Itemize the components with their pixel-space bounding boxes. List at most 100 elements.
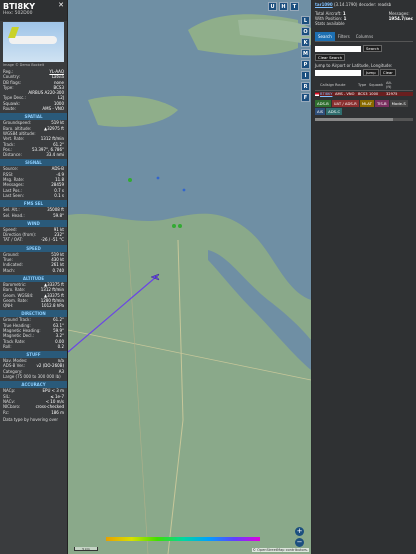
- row-type: BCS3: [358, 92, 368, 96]
- stats-block: Total Aircraft: 1 With Position: 1 Stats…: [315, 11, 413, 26]
- row-callsign[interactable]: BTI8KY: [320, 92, 334, 96]
- map-top-buttons: UHT: [268, 2, 299, 11]
- side-button[interactable]: R: [301, 82, 310, 91]
- section-title: STUFF: [0, 351, 67, 359]
- map-view[interactable]: UHT + − 5 km © OpenStreetMap contributor…: [68, 0, 311, 554]
- field-label: Route:: [3, 106, 16, 112]
- section-title: SPEED: [0, 244, 67, 252]
- detail-row: TAT / OAT: -26 / -51 °C: [0, 237, 67, 242]
- map-button[interactable]: H: [279, 2, 288, 11]
- detail-value: -26 / -51 °C: [40, 237, 64, 243]
- app-root: BTI8KY Hex: 502D00 ✕ Image © Demo Bockel…: [0, 0, 416, 554]
- aircraft-info-panel: BTI8KY Hex: 502D00 ✕ Image © Demo Bockel…: [0, 0, 68, 554]
- callsign: BTI8KY: [3, 2, 36, 11]
- detail-row: Roll: 0.2: [0, 344, 67, 349]
- tar1090-link[interactable]: tar1090: [315, 2, 333, 7]
- tab-search[interactable]: Search: [315, 32, 335, 41]
- detail-row: Last Seen: 0.1 s: [0, 193, 67, 198]
- column-header[interactable]: Callsign: [320, 83, 334, 87]
- detail-row: Mach: 0.740: [0, 268, 67, 273]
- detail-value: ▲32975 ft: [44, 125, 64, 131]
- side-button[interactable]: L: [301, 16, 310, 25]
- side-button[interactable]: P: [301, 60, 310, 69]
- aircraft-table: Callsign Route Type Squawk Alt. (ft) BTI8KY …: [315, 81, 413, 96]
- detail-label: Sel. Head.:: [3, 212, 25, 218]
- map-button[interactable]: U: [268, 2, 277, 11]
- detail-row: Sel. Head.: 59.8°: [0, 213, 67, 218]
- side-button[interactable]: F: [301, 93, 310, 102]
- panel-tabs: Search Filters Columns: [315, 32, 413, 42]
- column-header[interactable]: Squawk: [369, 83, 385, 87]
- source-tag: Mode-S: [389, 100, 408, 107]
- aircraft-fields: Reg.: YL-AAQ Country: Latvia DB flags: none Ty…: [0, 69, 67, 111]
- source-tag: MLAT: [359, 100, 374, 107]
- zoom-out-button[interactable]: −: [295, 538, 304, 547]
- jump-input[interactable]: [315, 69, 361, 76]
- field-value: AMS - VNO: [42, 106, 64, 112]
- detail-value: 0.1 s: [54, 192, 64, 198]
- detail-value: 186 m: [51, 409, 64, 415]
- map-attribution[interactable]: © OpenStreetMap contributors.: [251, 548, 309, 552]
- latvia-flag-icon: [315, 92, 319, 96]
- aircraft-photo[interactable]: [3, 22, 64, 62]
- source-tag: ADS-B: [315, 100, 331, 107]
- side-button[interactable]: K: [301, 38, 310, 47]
- map-canvas: [68, 0, 311, 554]
- detail-label: Rc:: [3, 409, 10, 415]
- aircraft-list-panel: tar1090 (3.14.1790) decoder: readsb Tota…: [312, 0, 416, 554]
- map-scale: 5 km: [74, 547, 98, 551]
- detail-value: 0.740: [52, 267, 64, 273]
- altitude-color-legend: [106, 537, 260, 541]
- section-title: FMS SEL: [0, 200, 67, 208]
- map-side-buttons: LOKMPIRF: [301, 16, 310, 104]
- table-row[interactable]: BTI8KY AMS - VNO BCS3 1000 32975: [315, 92, 413, 96]
- column-header[interactable]: Type: [358, 83, 368, 87]
- detail-value: 59.8°: [53, 212, 64, 218]
- clear-search-button[interactable]: Clear Search: [315, 54, 346, 61]
- tab-filters[interactable]: Filters: [335, 32, 353, 41]
- side-button[interactable]: I: [301, 71, 310, 80]
- detail-label: QNH:: [3, 303, 14, 309]
- footer-note: Data type by hovering over: [3, 416, 59, 422]
- side-button[interactable]: M: [301, 49, 310, 58]
- section-title: WIND: [0, 219, 67, 227]
- row-route: AMS - VNO: [335, 92, 355, 96]
- map-button[interactable]: T: [290, 2, 299, 11]
- column-header[interactable]: Route: [335, 83, 357, 87]
- side-button[interactable]: O: [301, 27, 310, 36]
- search-box: Search Clear Search Jump to Airport or L…: [312, 42, 416, 79]
- version-text: (3.14.1790) decoder: readsb: [334, 2, 392, 7]
- detail-value: 1012.8 hPa: [41, 303, 65, 309]
- horizontal-scrollbar[interactable]: [315, 118, 413, 121]
- version-line: tar1090 (3.14.1790) decoder: readsb: [312, 0, 416, 9]
- jump-label: Jump to Airport or Latitude, Longitude:: [315, 63, 393, 68]
- section-title: SPATIAL: [0, 113, 67, 121]
- source-tag: ADS-C: [326, 108, 343, 115]
- table-header: Callsign Route Type Squawk Alt. (ft): [315, 81, 413, 91]
- detail-row: Distance: 33.4 nmi: [0, 152, 67, 157]
- aircraft-header: BTI8KY Hex: 502D00 ✕: [0, 0, 67, 21]
- section-title: DIRECTION: [0, 310, 67, 318]
- source-tag: AIS: [315, 108, 326, 115]
- row-alt: 32975: [386, 92, 398, 96]
- aircraft-plane-icon[interactable]: [150, 272, 160, 282]
- zoom-in-button[interactable]: +: [295, 527, 304, 536]
- section-title: ACCURACY: [0, 381, 67, 389]
- tab-columns[interactable]: Columns: [353, 32, 376, 41]
- clear-button[interactable]: Clear: [379, 69, 396, 76]
- detail-value: 0.2: [57, 343, 64, 349]
- search-input[interactable]: [315, 45, 361, 52]
- close-icon[interactable]: ✕: [58, 1, 64, 9]
- plane-body-shape: [9, 36, 57, 44]
- field-label: Type:: [3, 84, 14, 90]
- detail-row: Rc: 186 m: [0, 410, 67, 415]
- field-row: Route: AMS - VNO: [0, 106, 67, 111]
- detail-label: Mach:: [3, 267, 15, 273]
- column-header[interactable]: Alt. (ft): [386, 81, 398, 89]
- row-squawk: 1000: [369, 92, 379, 96]
- detail-label: Last Seen:: [3, 192, 24, 198]
- source-tag: TIS-B: [374, 100, 389, 107]
- search-button[interactable]: Search: [363, 45, 383, 52]
- jump-button[interactable]: Jump: [363, 69, 379, 76]
- detail-sections: SPATIAL Groundspeed: 519 kt Baro. altitude:…: [0, 113, 67, 415]
